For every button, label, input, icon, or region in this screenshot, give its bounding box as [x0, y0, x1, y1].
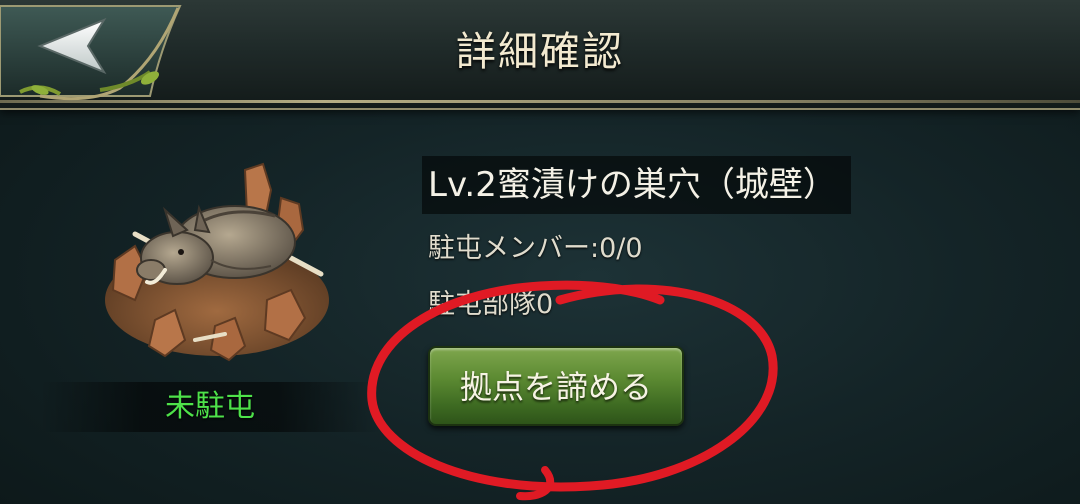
- garrison-members: 駐屯メンバー:0/0: [428, 233, 643, 264]
- back-arrow-icon: [0, 5, 182, 101]
- back-button[interactable]: [0, 0, 200, 108]
- page-title: 詳細確認: [456, 29, 624, 75]
- garrison-status: 未駐屯: [165, 389, 255, 424]
- boar-den-icon: [95, 150, 335, 370]
- header-bar: 詳細確認: [0, 0, 1080, 110]
- detail-screen: 詳細確認 未駐屯 Lv.2蜜漬けの巣穴（城壁） 駐屯メンバー:0/0 駐屯部隊0…: [0, 0, 1080, 504]
- abandon-base-button[interactable]: 拠点を諦める: [428, 346, 684, 426]
- base-name: Lv.2蜜漬けの巣穴（城壁）: [422, 156, 851, 214]
- garrison-troops: 駐屯部隊0: [428, 289, 554, 320]
